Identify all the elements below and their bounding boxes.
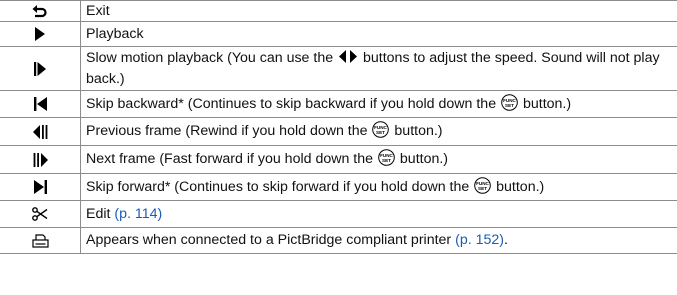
icon-cell — [0, 22, 81, 46]
table-row: Exit — [0, 1, 677, 22]
next-frame-icon — [33, 152, 48, 167]
icon-cell — [0, 91, 81, 117]
svg-text:SET: SET — [478, 185, 487, 190]
icon-cell — [0, 228, 81, 253]
scissors-icon — [32, 207, 48, 221]
icon-cell — [0, 118, 81, 145]
icon-cell — [0, 146, 81, 173]
table-row: Skip backward* (Continues to skip backwa… — [0, 91, 677, 118]
row-text: Slow motion playback (You can use the bu… — [86, 49, 660, 87]
icon-cell — [0, 1, 81, 21]
row-text: Previous frame (Rewind if you hold down … — [86, 121, 443, 139]
table-row: Previous frame (Rewind if you hold down … — [0, 118, 677, 146]
func-set-button-icon: FUNC SET — [501, 93, 518, 111]
icon-cell — [0, 201, 81, 227]
table-row: Next frame (Fast forward if you hold dow… — [0, 146, 677, 174]
return-icon — [32, 4, 48, 18]
print-icon — [31, 233, 49, 248]
icon-cell — [0, 47, 81, 90]
left-right-arrows-icon — [339, 49, 358, 63]
row-text: Exit — [86, 2, 110, 19]
func-set-button-icon: FUNC SET — [378, 149, 395, 166]
previous-frame-icon — [32, 124, 48, 139]
row-text: Next frame (Fast forward if you hold dow… — [86, 149, 449, 167]
skip-backward-icon — [33, 97, 47, 111]
table-row: Appears when connected to a PictBridge c… — [0, 228, 677, 254]
table-row: Playback — [0, 22, 677, 47]
svg-text:SET: SET — [377, 130, 386, 135]
page-reference-link[interactable]: (p. 152) — [455, 232, 504, 248]
playback-controls-table: Exit Playback Slow motion playback (You … — [0, 0, 677, 254]
table-row: Skip forward* (Continues to skip forward… — [0, 174, 677, 201]
table-row: Edit (p. 114) — [0, 201, 677, 228]
row-text: Appears when connected to a PictBridge c… — [86, 232, 508, 248]
skip-forward-icon — [33, 180, 47, 194]
svg-text:SET: SET — [382, 158, 391, 163]
icon-cell — [0, 174, 81, 200]
func-set-button-icon: FUNC SET — [372, 121, 390, 138]
row-text: Skip backward* (Continues to skip backwa… — [86, 93, 572, 112]
page-reference-link[interactable]: (p. 114) — [114, 206, 162, 222]
table-row: Slow motion playback (You can use the bu… — [0, 47, 677, 91]
row-text: Edit (p. 114) — [86, 205, 163, 222]
slow-motion-icon — [34, 61, 46, 76]
svg-text:SET: SET — [505, 102, 514, 107]
func-set-button-icon: FUNC SET — [474, 176, 492, 194]
row-text: Playback — [86, 25, 144, 42]
row-text: Skip forward* (Continues to skip forward… — [86, 176, 545, 195]
play-icon — [34, 27, 46, 41]
